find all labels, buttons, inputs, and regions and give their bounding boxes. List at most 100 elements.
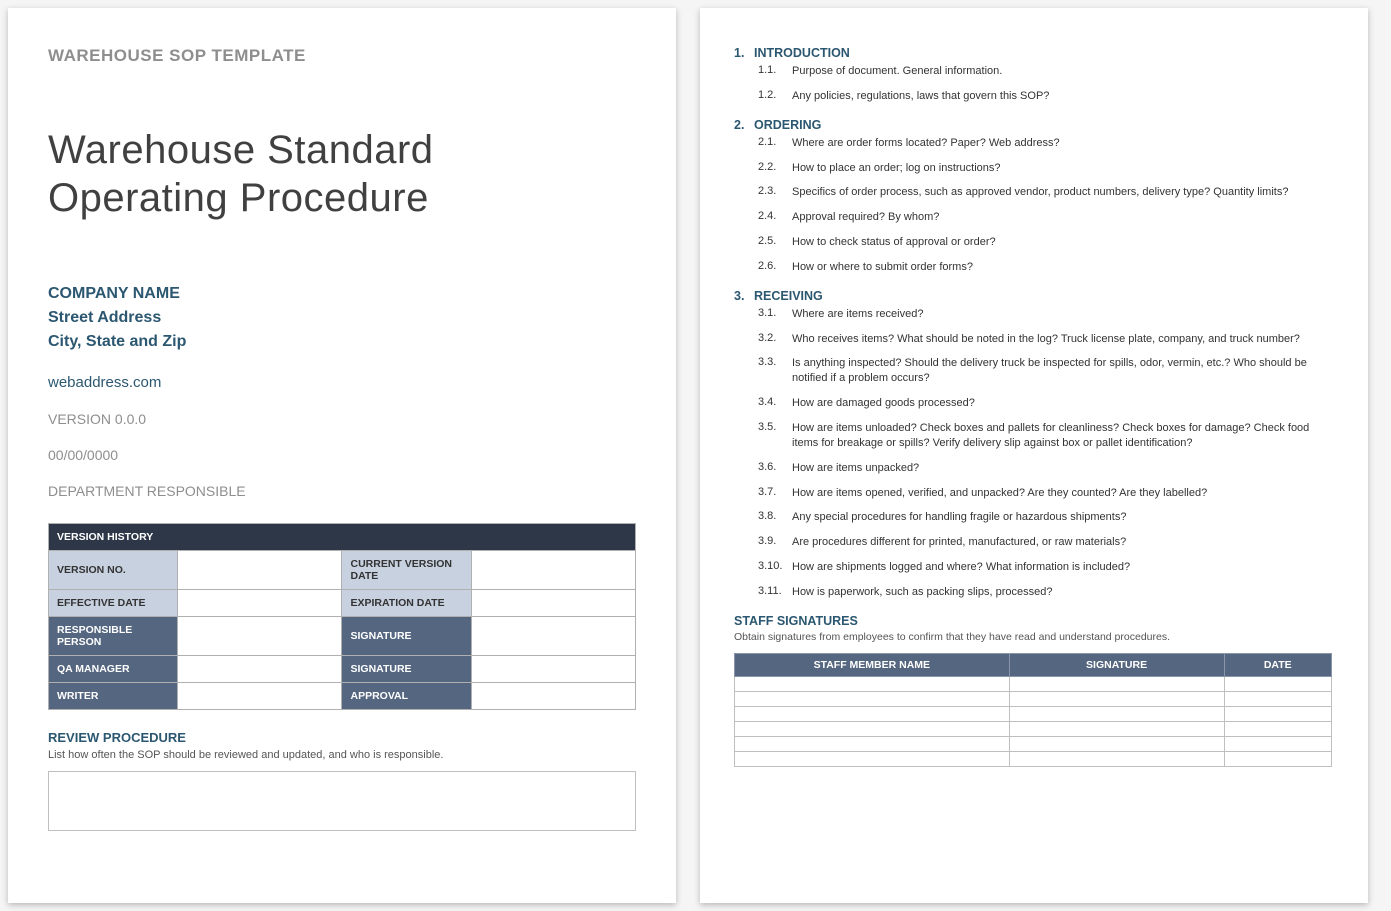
outline-section: 1.INTRODUCTION1.1.Purpose of document. G… [734, 46, 1332, 104]
outline-item: 2.3.Specifics of order process, such as … [758, 185, 1332, 200]
outline-item: 3.9.Are procedures different for printed… [758, 535, 1332, 550]
current-version-date-value[interactable] [471, 551, 635, 590]
item-text: Purpose of document. General information… [792, 64, 1332, 79]
signature-row [735, 691, 1332, 706]
document-page-2: 1.INTRODUCTION1.1.Purpose of document. G… [700, 8, 1368, 903]
template-header: WAREHOUSE SOP TEMPLATE [48, 46, 636, 66]
version-no-value[interactable] [178, 551, 342, 590]
responsible-person-value[interactable] [178, 617, 342, 656]
outline-item: 2.5.How to check status of approval or o… [758, 235, 1332, 250]
signature-cell[interactable] [735, 706, 1010, 721]
item-text: Who receives items? What should be noted… [792, 332, 1332, 347]
item-text: Where are items received? [792, 307, 1332, 322]
item-number: 2.1. [758, 136, 792, 151]
signature-value-2[interactable] [471, 656, 635, 683]
section-items: 3.1.Where are items received?3.2.Who rec… [734, 307, 1332, 600]
version-no-label: VERSION NO. [49, 551, 178, 590]
item-number: 3.5. [758, 421, 792, 451]
title-line-2: Operating Procedure [48, 176, 429, 220]
item-text: Are procedures different for printed, ma… [792, 535, 1332, 550]
item-number: 3.6. [758, 461, 792, 476]
item-text: How to place an order; log on instructio… [792, 161, 1332, 176]
document-title: Warehouse Standard Operating Procedure [48, 126, 636, 222]
item-text: How are items opened, verified, and unpa… [792, 486, 1332, 501]
signature-cell[interactable] [735, 676, 1010, 691]
signature-cell[interactable] [1009, 721, 1224, 736]
signature-cell[interactable] [1009, 736, 1224, 751]
signature-cell[interactable] [1224, 676, 1331, 691]
company-street: Street Address [48, 306, 636, 330]
signature-cell[interactable] [1224, 706, 1331, 721]
company-city: City, State and Zip [48, 330, 636, 354]
item-number: 2.3. [758, 185, 792, 200]
effective-date-value[interactable] [178, 590, 342, 617]
signature-cell[interactable] [1224, 721, 1331, 736]
item-number: 3.1. [758, 307, 792, 322]
item-number: 3.11. [758, 585, 792, 600]
item-text: Specifics of order process, such as appr… [792, 185, 1332, 200]
version-table-header: VERSION HISTORY [49, 524, 636, 551]
outline-item: 1.2.Any policies, regulations, laws that… [758, 89, 1332, 104]
outline-item: 3.8.Any special procedures for handling … [758, 510, 1332, 525]
section-items: 1.1.Purpose of document. General informa… [734, 64, 1332, 104]
item-number: 2.5. [758, 235, 792, 250]
signature-cell[interactable] [735, 691, 1010, 706]
version-history-table: VERSION HISTORY VERSION NO. CURRENT VERS… [48, 523, 636, 710]
version-label: VERSION 0.0.0 [48, 411, 636, 427]
writer-label: WRITER [49, 683, 178, 710]
item-text: How are items unloaded? Check boxes and … [792, 421, 1332, 451]
signature-value-1[interactable] [471, 617, 635, 656]
signature-cell[interactable] [1009, 706, 1224, 721]
approval-value[interactable] [471, 683, 635, 710]
section-title: 3.RECEIVING [734, 289, 1332, 303]
item-number: 3.2. [758, 332, 792, 347]
signature-cell[interactable] [1224, 736, 1331, 751]
writer-value[interactable] [178, 683, 342, 710]
signature-cell[interactable] [1009, 691, 1224, 706]
section-items: 2.1.Where are order forms located? Paper… [734, 136, 1332, 275]
signature-row [735, 676, 1332, 691]
item-number: 2.6. [758, 260, 792, 275]
review-procedure-input[interactable] [48, 771, 636, 831]
sig-col-name: STAFF MEMBER NAME [735, 653, 1010, 676]
item-number: 3.3. [758, 356, 792, 386]
outline-item: 3.3.Is anything inspected? Should the de… [758, 356, 1332, 386]
outline-item: 3.10.How are shipments logged and where?… [758, 560, 1332, 575]
review-procedure-heading: REVIEW PROCEDURE [48, 730, 636, 745]
signature-row [735, 721, 1332, 736]
item-number: 3.4. [758, 396, 792, 411]
outline-item: 3.1.Where are items received? [758, 307, 1332, 322]
signature-cell[interactable] [735, 736, 1010, 751]
signature-cell[interactable] [735, 721, 1010, 736]
outline-item: 3.5.How are items unloaded? Check boxes … [758, 421, 1332, 451]
outline-section: 2.ORDERING2.1.Where are order forms loca… [734, 118, 1332, 275]
item-text: Is anything inspected? Should the delive… [792, 356, 1332, 386]
signature-cell[interactable] [735, 751, 1010, 766]
item-number: 1.2. [758, 89, 792, 104]
item-text: How are damaged goods processed? [792, 396, 1332, 411]
qa-manager-value[interactable] [178, 656, 342, 683]
current-version-date-label: CURRENT VERSION DATE [342, 551, 471, 590]
outline-item: 2.6.How or where to submit order forms? [758, 260, 1332, 275]
sig-col-signature: SIGNATURE [1009, 653, 1224, 676]
item-number: 3.10. [758, 560, 792, 575]
sig-col-date: DATE [1224, 653, 1331, 676]
signature-cell[interactable] [1224, 751, 1331, 766]
outline-item: 3.2.Who receives items? What should be n… [758, 332, 1332, 347]
outline-section: 3.RECEIVING 3.1.Where are items received?… [734, 289, 1332, 600]
outline-item: 2.4.Approval required? By whom? [758, 210, 1332, 225]
staff-signatures-sub: Obtain signatures from employees to conf… [734, 631, 1332, 643]
item-text: Where are order forms located? Paper? We… [792, 136, 1332, 151]
signature-cell[interactable] [1009, 676, 1224, 691]
expiration-date-value[interactable] [471, 590, 635, 617]
item-text: Any special procedures for handling frag… [792, 510, 1332, 525]
item-number: 3.7. [758, 486, 792, 501]
expiration-date-label: EXPIRATION DATE [342, 590, 471, 617]
staff-signatures-heading: STAFF SIGNATURES [734, 614, 1332, 628]
item-number: 2.4. [758, 210, 792, 225]
signature-cell[interactable] [1224, 691, 1331, 706]
date-label: 00/00/0000 [48, 447, 636, 463]
signature-cell[interactable] [1009, 751, 1224, 766]
outline-item: 2.2.How to place an order; log on instru… [758, 161, 1332, 176]
signature-row [735, 736, 1332, 751]
